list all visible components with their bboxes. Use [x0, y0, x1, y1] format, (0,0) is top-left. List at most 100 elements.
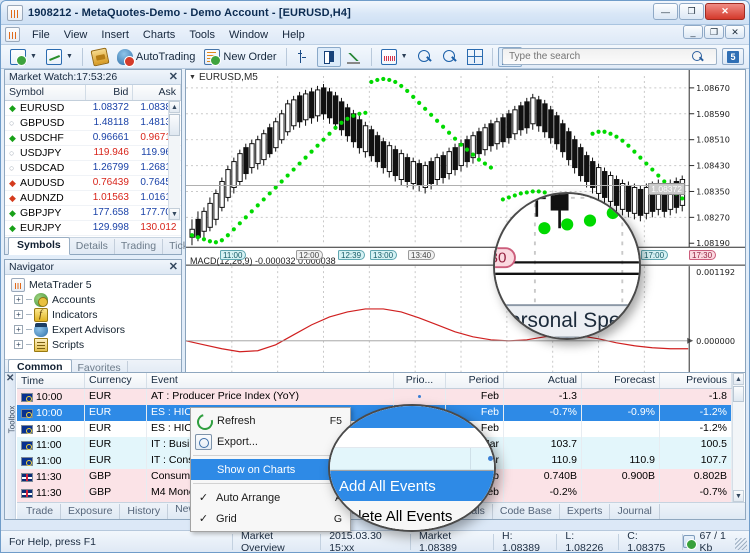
menu-charts[interactable]: Charts	[136, 27, 182, 43]
scroll-down-icon[interactable]: ▼	[733, 490, 744, 502]
mdi-restore-button[interactable]: ❐	[704, 25, 724, 39]
event-time-cell: 11:00	[17, 421, 85, 437]
menu-item-auto-arrange[interactable]: ✓ Auto Arrange A	[191, 487, 350, 508]
menu-file[interactable]: File	[25, 27, 57, 43]
new-chart-button[interactable]: ▼	[6, 47, 41, 67]
nav-item-accounts[interactable]: + Accounts	[8, 292, 181, 307]
col-priority[interactable]: Prio...	[394, 373, 446, 388]
submenu-item-add-all-events[interactable]: Add All Events	[328, 471, 496, 501]
menu-view[interactable]: View	[57, 27, 95, 43]
menu-insert[interactable]: Insert	[94, 27, 136, 43]
market-watch-row[interactable]: ◆EURUSD1.083721.08385	[5, 100, 181, 115]
open-chart-button[interactable]: ▼	[42, 47, 77, 67]
scroll-thumb[interactable]	[733, 386, 744, 402]
submenu-item-delete-all-events[interactable]: Delete All Events	[328, 501, 496, 531]
market-watch-row[interactable]: ○GBPUSD1.481181.48137	[5, 115, 181, 130]
tab-code-base[interactable]: Code Base	[493, 504, 560, 519]
chevron-down-icon[interactable]: ▼	[66, 53, 73, 60]
chart-event-flag[interactable]: 12:00	[296, 250, 323, 260]
nav-item-scripts[interactable]: + Scripts	[8, 337, 181, 352]
close-icon[interactable]: ✕	[169, 72, 178, 83]
bar-chart-button[interactable]	[292, 47, 316, 67]
candlestick-chart-button[interactable]	[317, 47, 341, 67]
scroll-down-icon[interactable]: ▼	[169, 208, 180, 220]
nav-item-expert-advisors[interactable]: + Expert Advisors	[8, 322, 181, 337]
col-time[interactable]: Time	[17, 373, 85, 388]
autotrading-button[interactable]: AutoTrading	[113, 47, 200, 67]
calendar-scrollbar[interactable]: ▲ ▼	[732, 373, 744, 502]
chart-event-flag[interactable]: 12:39	[338, 250, 365, 260]
col-ask[interactable]: Ask	[133, 85, 181, 100]
expand-icon[interactable]: +	[14, 295, 23, 304]
scroll-thumb[interactable]	[169, 114, 180, 136]
chevron-down-icon[interactable]: ▼	[401, 53, 408, 60]
search-input[interactable]	[507, 50, 692, 63]
col-forecast[interactable]: Forecast	[582, 373, 660, 388]
zoom-out-button[interactable]	[438, 47, 462, 67]
close-button[interactable]: ✕	[705, 3, 745, 20]
expand-icon[interactable]: +	[14, 340, 23, 349]
resize-grip-icon[interactable]	[735, 538, 747, 550]
menu-item-show-on-charts[interactable]: Show on Charts ▶	[191, 459, 350, 480]
col-previous[interactable]: Previous	[660, 373, 732, 388]
market-watch-row[interactable]: ◆GBPJPY177.658177.709	[5, 205, 181, 220]
nav-item-indicators[interactable]: + Indicators	[8, 307, 181, 322]
market-watch-row[interactable]: ◆NZDUSD0.752400.75260	[5, 235, 181, 237]
search-icon[interactable]	[692, 51, 704, 63]
minimize-button[interactable]: —	[653, 3, 678, 20]
chevron-down-icon[interactable]: ▼	[30, 53, 37, 60]
tab-trade[interactable]: Trade	[19, 504, 61, 519]
indicators-button[interactable]: ▼	[377, 47, 412, 67]
market-watch-row[interactable]: ○USDCAD1.267991.26814	[5, 160, 181, 175]
toolbox-close-icon[interactable]: ✕	[6, 373, 14, 384]
mdi-close-button[interactable]: ✕	[725, 25, 745, 39]
market-watch-row[interactable]: ◆AUDUSD0.764390.76453	[5, 175, 181, 190]
tab-trading[interactable]: Trading	[115, 239, 163, 254]
nav-item-root[interactable]: MetaTrader 5	[8, 277, 181, 292]
tab-symbols[interactable]: Symbols	[8, 237, 70, 255]
menu-item-grid[interactable]: ✓ Grid G	[191, 508, 350, 529]
mdi-minimize-button[interactable]: _	[683, 25, 703, 39]
market-watch-row[interactable]: ○USDJPY119.946119.962	[5, 145, 181, 160]
tab-exposure[interactable]: Exposure	[61, 504, 120, 519]
tab-experts[interactable]: Experts	[560, 504, 611, 519]
market-watch-row[interactable]: ◆USDCHF0.966610.96719	[5, 130, 181, 145]
wallet-button[interactable]	[88, 47, 112, 67]
chart-event-flag[interactable]: 13:00	[370, 250, 397, 260]
chart-event-flag[interactable]: 11:00	[220, 250, 246, 260]
market-watch-scrollbar[interactable]: ▲ ▼	[168, 101, 180, 220]
chart-event-flag[interactable]: 17:30	[689, 250, 716, 260]
col-actual[interactable]: Actual	[504, 373, 582, 388]
line-chart-button[interactable]	[342, 47, 366, 67]
calendar-row[interactable]: 10:00EURAT : Producer Price Index (YoY)F…	[17, 389, 732, 405]
scroll-up-icon[interactable]: ▲	[733, 373, 744, 385]
col-period[interactable]: Period	[446, 373, 504, 388]
col-bid[interactable]: Bid	[85, 85, 133, 100]
grid-button[interactable]	[463, 47, 487, 67]
tab-journal[interactable]: Journal	[610, 504, 659, 519]
menu-item-export[interactable]: Export...	[191, 431, 350, 452]
chart-event-flag[interactable]: 13:40	[408, 250, 435, 260]
chevron-down-icon[interactable]: ▼	[189, 74, 196, 81]
market-watch-row[interactable]: ◆EURJPY129.998130.012	[5, 220, 181, 235]
expand-icon[interactable]: +	[14, 325, 23, 334]
expand-icon[interactable]: +	[14, 310, 23, 319]
col-symbol[interactable]: Symbol	[5, 85, 85, 100]
menu-item-refresh[interactable]: Refresh F5	[191, 410, 350, 431]
search-box[interactable]	[502, 48, 717, 65]
chart-event-flag[interactable]: 17:00	[641, 250, 668, 260]
mql5-community-button[interactable]: 5	[722, 48, 744, 65]
maximize-button[interactable]: ❐	[679, 3, 704, 20]
tab-details[interactable]: Details	[70, 239, 115, 254]
zoom-in-button[interactable]	[413, 47, 437, 67]
col-currency[interactable]: Currency	[85, 373, 147, 388]
menu-help[interactable]: Help	[275, 27, 312, 43]
scroll-up-icon[interactable]: ▲	[169, 101, 180, 113]
market-watch-row[interactable]: ◆AUDNZD1.015631.01615	[5, 190, 181, 205]
tab-history[interactable]: History	[120, 504, 168, 519]
col-event[interactable]: Event	[147, 373, 394, 388]
menu-tools[interactable]: Tools	[182, 27, 222, 43]
menu-window[interactable]: Window	[222, 27, 275, 43]
new-order-button[interactable]: New Order	[200, 47, 280, 67]
close-icon[interactable]: ✕	[169, 262, 178, 273]
